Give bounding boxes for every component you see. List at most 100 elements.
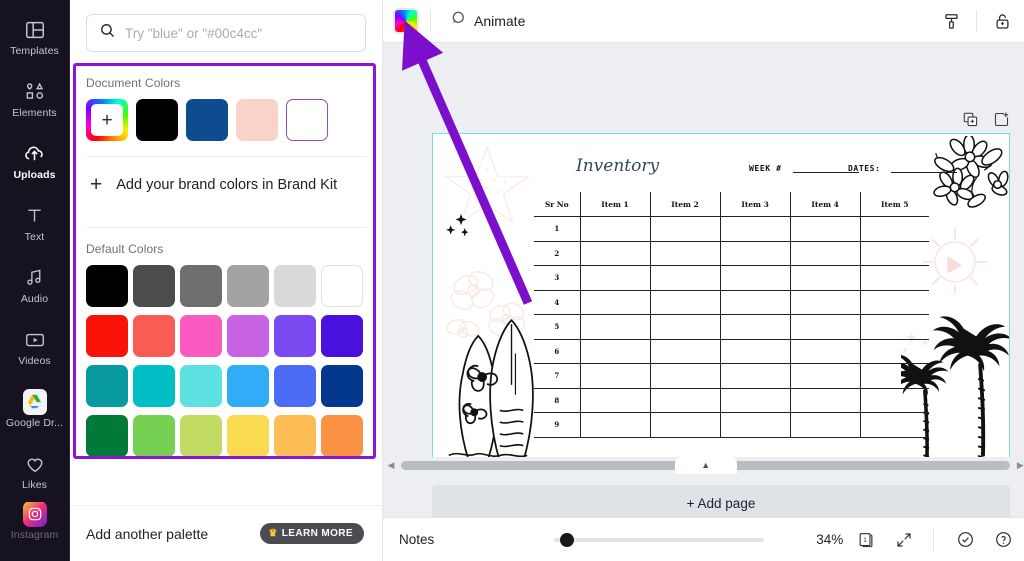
table-cell[interactable]: [579, 339, 651, 364]
table-cell[interactable]: [859, 314, 929, 340]
table-cell[interactable]: [789, 314, 861, 340]
learn-more-button[interactable]: ♛ LEARN MORE: [260, 523, 364, 544]
position-icon[interactable]: [937, 7, 965, 35]
default-color-swatch-11[interactable]: [321, 315, 363, 357]
table-cell[interactable]: [789, 216, 861, 242]
table-cell[interactable]: [649, 412, 721, 438]
table-cell[interactable]: [719, 265, 791, 291]
custom-color-picker-swatch[interactable]: +: [86, 99, 128, 141]
table-cell[interactable]: [789, 363, 861, 389]
doc-color-swatch-white-selected[interactable]: [286, 99, 328, 141]
zoom-slider[interactable]: [554, 532, 765, 548]
table-cell[interactable]: [719, 412, 791, 438]
table-cell[interactable]: [719, 339, 791, 364]
scroll-right-arrow[interactable]: ▶: [1012, 460, 1024, 471]
table-cell[interactable]: [649, 290, 721, 315]
sidebar-item-likes[interactable]: Likes: [0, 440, 70, 502]
sidebar-item-elements[interactable]: Elements: [0, 68, 70, 130]
doc-color-swatch-pink[interactable]: [236, 99, 278, 141]
default-color-swatch-22[interactable]: [274, 415, 316, 457]
default-color-swatch-13[interactable]: [133, 365, 175, 407]
table-cell[interactable]: [859, 265, 929, 291]
zoom-slider-knob[interactable]: [560, 532, 575, 547]
sidebar-item-templates[interactable]: Templates: [0, 6, 70, 68]
table-cell[interactable]: [719, 216, 791, 242]
add-page-button[interactable]: + Add page: [432, 485, 1010, 517]
table-cell[interactable]: [789, 388, 861, 413]
table-cell[interactable]: [579, 216, 651, 242]
default-color-swatch-7[interactable]: [133, 315, 175, 357]
table-cell[interactable]: [789, 290, 861, 315]
default-color-swatch-5[interactable]: [321, 265, 363, 307]
add-brand-colors-button[interactable]: + Add your brand colors in Brand Kit: [86, 157, 366, 212]
table-cell[interactable]: [649, 363, 721, 389]
add-another-palette-button[interactable]: Add another palette: [86, 526, 208, 542]
table-cell[interactable]: [859, 388, 929, 413]
table-cell[interactable]: [579, 412, 651, 438]
table-cell[interactable]: [579, 314, 651, 340]
sidebar-item-google-drive[interactable]: Google Dr...: [0, 378, 70, 440]
default-color-swatch-4[interactable]: [274, 265, 316, 307]
dates-input-line[interactable]: [891, 172, 957, 173]
default-color-swatch-20[interactable]: [180, 415, 222, 457]
check-circle-icon[interactable]: [950, 525, 980, 555]
default-color-swatch-14[interactable]: [180, 365, 222, 407]
table-cell[interactable]: [719, 314, 791, 340]
default-color-swatch-2[interactable]: [180, 265, 222, 307]
expand-icon[interactable]: [889, 525, 919, 555]
table-cell[interactable]: [859, 363, 929, 389]
table-cell[interactable]: [859, 290, 929, 315]
duplicate-page-icon[interactable]: [962, 111, 979, 133]
sidebar-item-instagram[interactable]: Instagram: [0, 502, 70, 546]
default-color-swatch-17[interactable]: [321, 365, 363, 407]
default-color-swatch-23[interactable]: [321, 415, 363, 457]
table-cell[interactable]: [649, 216, 721, 242]
table-cell[interactable]: [859, 216, 929, 242]
sidebar-item-text[interactable]: Text: [0, 192, 70, 254]
table-cell[interactable]: [789, 412, 861, 438]
table-cell[interactable]: [649, 241, 721, 266]
default-color-swatch-19[interactable]: [133, 415, 175, 457]
table-cell[interactable]: [579, 290, 651, 315]
default-color-swatch-10[interactable]: [274, 315, 316, 357]
design-page[interactable]: Inventory WEEK # DATES: Sr No Item 1 Ite…: [432, 133, 1010, 463]
search-box[interactable]: [86, 14, 366, 52]
table-cell[interactable]: [649, 314, 721, 340]
scroll-left-arrow[interactable]: ◀: [383, 460, 399, 471]
table-cell[interactable]: [719, 388, 791, 413]
sidebar-item-uploads[interactable]: Uploads: [0, 130, 70, 192]
search-input[interactable]: [125, 25, 353, 41]
table-cell[interactable]: [859, 412, 929, 438]
default-color-swatch-0[interactable]: [86, 265, 128, 307]
lock-icon[interactable]: [988, 7, 1016, 35]
table-cell[interactable]: [789, 265, 861, 291]
table-cell[interactable]: [579, 265, 651, 291]
default-color-swatch-15[interactable]: [227, 365, 269, 407]
collapse-panel-handle[interactable]: ▲: [674, 456, 737, 474]
scrollbar-track[interactable]: ▲: [401, 456, 1011, 474]
doc-color-swatch-black[interactable]: [136, 99, 178, 141]
default-color-swatch-8[interactable]: [180, 315, 222, 357]
default-color-swatch-18[interactable]: [86, 415, 128, 457]
table-cell[interactable]: [789, 339, 861, 364]
doc-color-swatch-blue[interactable]: [186, 99, 228, 141]
default-color-swatch-12[interactable]: [86, 365, 128, 407]
help-circle-icon[interactable]: [988, 525, 1018, 555]
table-cell[interactable]: [719, 290, 791, 315]
table-cell[interactable]: [649, 265, 721, 291]
notes-button[interactable]: Notes: [399, 532, 434, 547]
table-cell[interactable]: [859, 241, 929, 266]
default-color-swatch-3[interactable]: [227, 265, 269, 307]
table-cell[interactable]: [789, 241, 861, 266]
table-cell[interactable]: [649, 339, 721, 364]
table-cell[interactable]: [579, 241, 651, 266]
default-color-swatch-6[interactable]: [86, 315, 128, 357]
horizontal-scrollbar[interactable]: ◀ ▲ ▶: [383, 456, 1024, 474]
table-cell[interactable]: [649, 388, 721, 413]
sidebar-item-audio[interactable]: Audio: [0, 254, 70, 316]
default-color-swatch-1[interactable]: [133, 265, 175, 307]
default-color-swatch-16[interactable]: [274, 365, 316, 407]
table-cell[interactable]: [719, 241, 791, 266]
table-cell[interactable]: [859, 339, 929, 364]
table-cell[interactable]: [719, 363, 791, 389]
